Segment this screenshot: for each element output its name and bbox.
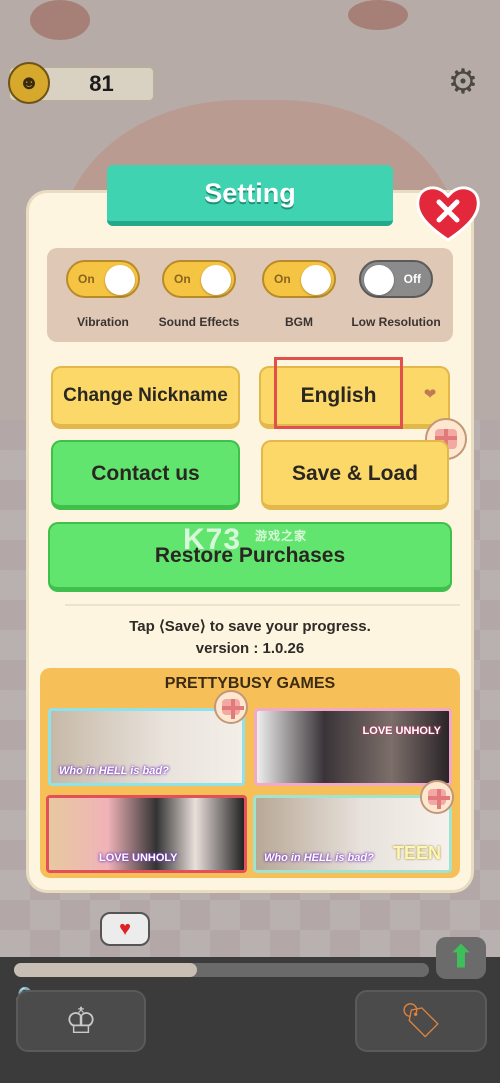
close-button[interactable] [414, 182, 482, 244]
change-nickname-label: Change Nickname [63, 385, 228, 406]
game-caption: Who in HELL is bad? [59, 765, 169, 777]
low-resolution-toggle[interactable]: Off [359, 260, 433, 298]
toggle-knob [105, 265, 135, 295]
save-load-button[interactable]: Save & Load [261, 440, 449, 510]
bgm-toggle[interactable]: On [262, 260, 336, 298]
toggle-state: Off [403, 272, 421, 286]
toggle-label-low-resolution: Low Resolution [351, 315, 441, 329]
toggle-knob [364, 265, 394, 295]
watermark-sub: 游戏之家 [255, 529, 308, 543]
vibration-toggle[interactable]: On [66, 260, 140, 298]
toggle-label-vibration: Vibration [77, 315, 129, 329]
upgrade-arrow-icon[interactable]: ⬆ [436, 937, 486, 979]
tag-button[interactable]: 🏷 [355, 990, 487, 1052]
version-text: version : 1.0.26 [195, 640, 305, 657]
crown-button[interactable]: ♔ [16, 990, 146, 1052]
coin-icon: ☻ [8, 62, 50, 104]
toggle-knob [201, 265, 231, 295]
dialog-title: Setting [204, 177, 296, 208]
game-card-who-in-hell[interactable]: Who in HELL is bad? [48, 708, 245, 786]
heart-bubble-icon: ♥ [100, 912, 150, 946]
game-card-love-unholy[interactable]: LOVE UNHOLY [254, 708, 452, 786]
contact-us-label: Contact us [91, 461, 200, 485]
dialog-title-banner: Setting [107, 165, 393, 226]
coin-counter: ☻ 81 [8, 62, 155, 104]
toggle-state: On [174, 272, 191, 286]
language-highlight-box [274, 357, 403, 429]
game-caption: LOVE UNHOLY [99, 852, 178, 864]
toggle-state: On [274, 272, 291, 286]
change-nickname-button[interactable]: Change Nickname [51, 366, 240, 429]
tag-icon: 🏷 [399, 1002, 443, 1040]
game-card-love-unholy-2[interactable]: LOVE UNHOLY [46, 795, 247, 873]
teen-badge: TEEN [392, 843, 441, 863]
gift-icon [420, 780, 454, 814]
coin-value: 81 [89, 71, 114, 96]
gear-icon[interactable]: ⚙ [445, 64, 481, 100]
game-artwork [257, 711, 449, 783]
divider [65, 604, 460, 606]
chevron-down-icon[interactable]: ❤ [421, 386, 439, 404]
save-load-label: Save & Load [291, 461, 419, 485]
close-icon [416, 186, 480, 242]
progress-fill [14, 963, 197, 977]
sound-effects-toggle[interactable]: On [162, 260, 236, 298]
gift-icon [214, 690, 248, 724]
toggle-label-sound-effects: Sound Effects [158, 315, 240, 329]
contact-us-button[interactable]: Contact us [51, 440, 240, 510]
watermark-logo: K73 游戏之家 [183, 523, 308, 556]
crown-icon: ♔ [64, 1000, 98, 1041]
game-caption: Who in HELL is bad? [264, 852, 374, 864]
toggle-knob [301, 265, 331, 295]
toggle-label-bgm: BGM [285, 315, 313, 329]
games-title: PRETTYBUSY GAMES [164, 675, 336, 692]
restore-purchases-button[interactable]: Restore Purchases [48, 522, 452, 592]
toggle-state: On [78, 272, 95, 286]
game-caption: LOVE UNHOLY [362, 725, 441, 737]
save-hint-text: Tap ⟨Save⟩ to save your progress. [129, 618, 371, 635]
